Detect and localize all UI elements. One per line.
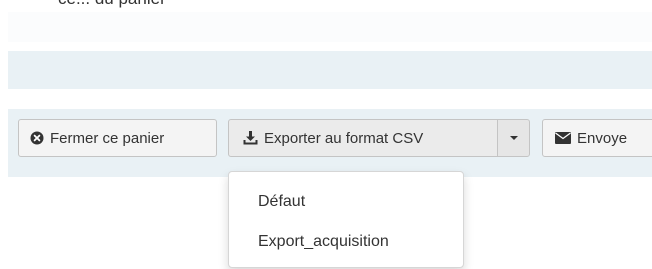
- close-basket-label: Fermer ce panier: [50, 129, 165, 147]
- caret-down-icon: [509, 136, 518, 140]
- export-dropdown-toggle[interactable]: [497, 119, 530, 157]
- send-label: Envoye: [577, 129, 628, 147]
- menu-item-export-acquisition[interactable]: Export_acquisition: [229, 222, 463, 262]
- export-csv-label: Exporter au format CSV: [264, 129, 424, 147]
- export-format-menu: Défaut Export_acquisition: [228, 171, 464, 268]
- export-csv-button[interactable]: Exporter au format CSV: [228, 119, 498, 157]
- info-band: [8, 51, 652, 89]
- envelope-icon: [555, 132, 571, 144]
- page: ce... du panier Fermer ce panier Exporte…: [0, 0, 652, 269]
- close-basket-button[interactable]: Fermer ce panier: [18, 119, 217, 157]
- menu-item-default[interactable]: Défaut: [229, 182, 463, 222]
- send-button[interactable]: Envoye: [542, 119, 652, 157]
- times-circle-icon: [30, 131, 44, 145]
- download-icon: [243, 131, 258, 145]
- content-band: [8, 12, 652, 42]
- page-title-partial: ce... du panier: [58, 0, 166, 9]
